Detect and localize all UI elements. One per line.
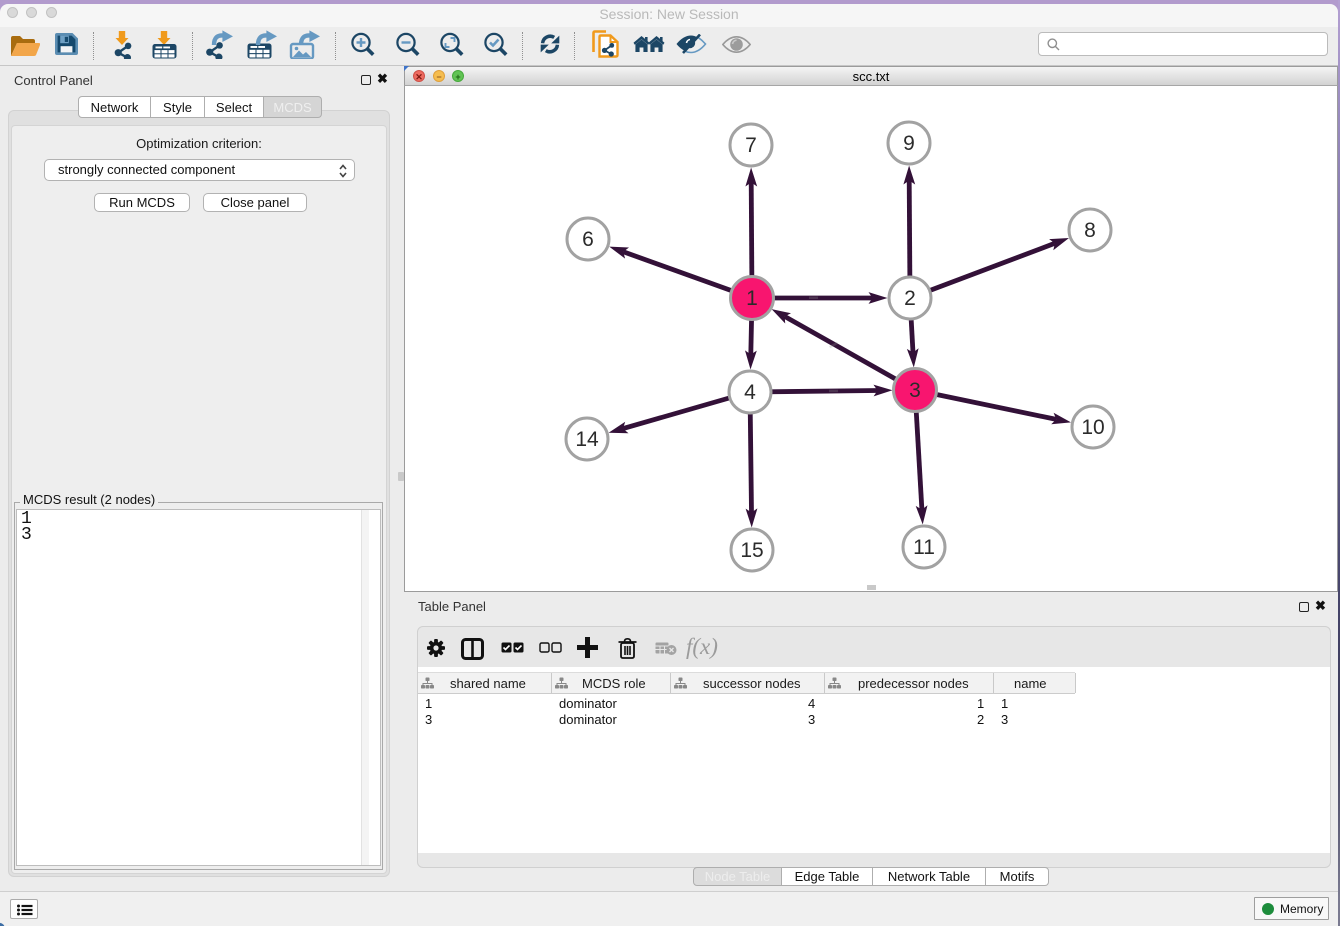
svg-text:1: 1 — [746, 287, 758, 310]
svg-text:3: 3 — [909, 379, 921, 402]
svg-text:7: 7 — [745, 134, 757, 157]
svg-text:8: 8 — [1084, 219, 1096, 242]
svg-text:14: 14 — [575, 428, 599, 451]
svg-text:11: 11 — [913, 536, 935, 559]
svg-text:15: 15 — [740, 539, 763, 562]
svg-text:2: 2 — [904, 287, 916, 310]
svg-text:6: 6 — [582, 228, 594, 251]
svg-text:10: 10 — [1081, 416, 1104, 439]
svg-text:9: 9 — [903, 132, 915, 155]
svg-text:4: 4 — [744, 381, 756, 404]
